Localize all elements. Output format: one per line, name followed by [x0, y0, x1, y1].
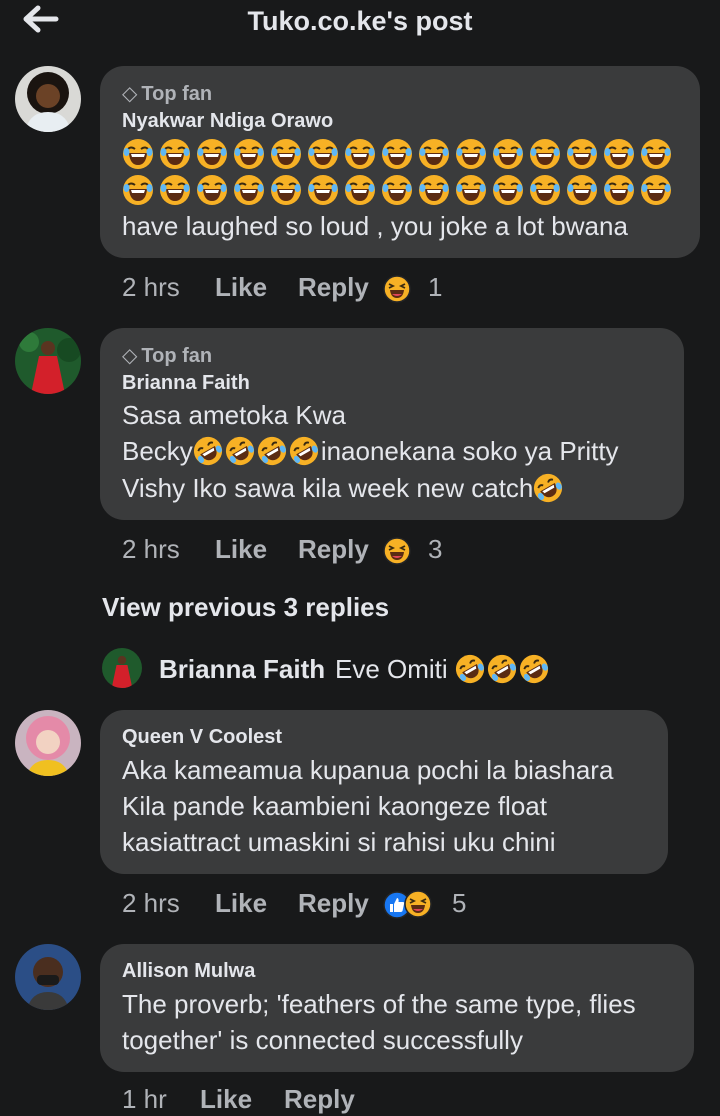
like-button[interactable]: Like — [215, 888, 267, 919]
reply-button[interactable]: Reply — [298, 534, 369, 565]
laughing-emoji — [196, 174, 228, 206]
comment-actions: 1 hr Like Reply — [122, 1084, 522, 1116]
laughing-emoji — [270, 174, 302, 206]
reaction-count[interactable]: 5 — [452, 888, 466, 919]
like-button[interactable]: Like — [215, 534, 267, 565]
emoji-row — [122, 138, 677, 172]
rofl-emoji — [487, 654, 517, 684]
laughing-emoji — [159, 138, 191, 170]
laughing-emoji — [381, 174, 413, 206]
rofl-emoji — [533, 473, 563, 503]
comment-actions: 2 hrs Like Reply 3 — [122, 534, 522, 566]
top-fan-badge: ◇ Top fan — [122, 83, 213, 105]
rofl-emoji — [225, 436, 255, 466]
comment-author[interactable]: Allison Mulwa — [122, 960, 255, 983]
laughing-emoji — [492, 138, 524, 170]
laughing-emoji — [159, 174, 191, 206]
comment-author[interactable]: Nyakwar Ndiga Orawo — [122, 110, 333, 133]
view-previous-replies-link[interactable]: View previous 3 replies — [102, 592, 389, 623]
comment-author[interactable]: Queen V Coolest — [122, 726, 282, 749]
laughing-emoji — [122, 138, 154, 170]
laughing-emoji — [270, 138, 302, 170]
laughing-emoji — [640, 138, 672, 170]
comment-text-line: kasiattract umaskini si rahisi uku chini — [122, 827, 556, 857]
rofl-emoji — [519, 654, 549, 684]
laughing-emoji — [418, 174, 450, 206]
laughing-emoji — [418, 138, 450, 170]
laughing-emoji — [307, 174, 339, 206]
comment-time: 1 hr — [122, 1084, 167, 1114]
laughing-emoji — [603, 174, 635, 206]
avatar[interactable] — [15, 710, 81, 776]
comment-text-line: together' is connected successfully — [122, 1025, 523, 1055]
rofl-emoji — [455, 654, 485, 684]
comment-text-line: Becky inaonekana soko ya Pritty — [122, 436, 619, 467]
avatar[interactable] — [102, 648, 142, 688]
comment-text: have laughed so loud , you joke a lot bw… — [122, 211, 628, 241]
comment-bubble[interactable]: ◇ Top fan Brianna Faith Sasa ametoka Kwa … — [100, 328, 684, 520]
haha-reaction-icon — [383, 275, 411, 303]
rofl-emoji — [257, 436, 287, 466]
comment-author[interactable]: Brianna Faith — [122, 372, 250, 395]
comment-text-line: Aka kameamua kupanua pochi la biashara — [122, 755, 614, 785]
laughing-emoji — [603, 138, 635, 170]
comment-actions: 2 hrs Like Reply 1 — [122, 272, 522, 304]
like-button[interactable]: Like — [215, 272, 267, 303]
emoji-row — [122, 174, 677, 208]
reply-button[interactable]: Reply — [298, 888, 369, 919]
comment-text-line: Kila pande kaambieni kaongeze float — [122, 791, 547, 821]
page-title: Tuko.co.ke's post — [247, 6, 473, 36]
comment-time: 2 hrs — [122, 888, 180, 918]
comment-bubble[interactable]: Allison Mulwa The proverb; 'feathers of … — [100, 944, 694, 1072]
comment-text-line: Vishy Iko sawa kila week new catch — [122, 473, 565, 504]
haha-reaction-icon — [404, 890, 432, 918]
comment-actions: 2 hrs Like Reply 5 — [122, 888, 522, 920]
rofl-emoji — [289, 436, 319, 466]
comment-text-line: The proverb; 'feathers of the same type,… — [122, 989, 636, 1019]
like-button[interactable]: Like — [200, 1084, 252, 1115]
comment-time: 2 hrs — [122, 534, 180, 564]
laughing-emoji — [529, 138, 561, 170]
laughing-emoji — [344, 138, 376, 170]
laughing-emoji — [196, 138, 228, 170]
haha-reaction-icon — [383, 537, 411, 565]
comment-time: 2 hrs — [122, 272, 180, 302]
laughing-emoji — [492, 174, 524, 206]
laughing-emoji — [529, 174, 561, 206]
laughing-emoji — [344, 174, 376, 206]
avatar[interactable] — [15, 328, 81, 394]
laughing-emoji — [566, 174, 598, 206]
reaction-count[interactable]: 3 — [428, 534, 442, 565]
comment-bubble[interactable]: ◇ Top fan Nyakwar Ndiga Orawo have laughe… — [100, 66, 700, 258]
top-fan-badge: ◇ Top fan — [122, 345, 213, 367]
laughing-emoji — [566, 138, 598, 170]
rofl-emoji — [193, 436, 223, 466]
diamond-icon: ◇ — [122, 83, 138, 105]
reply-author[interactable]: Brianna Faith — [159, 654, 325, 685]
diamond-icon: ◇ — [122, 345, 138, 367]
laughing-emoji — [122, 174, 154, 206]
avatar[interactable] — [15, 944, 81, 1010]
top-bar: Tuko.co.ke's post — [0, 0, 720, 46]
laughing-emoji — [455, 174, 487, 206]
reply-button[interactable]: Reply — [284, 1084, 355, 1115]
laughing-emoji — [233, 174, 265, 206]
laughing-emoji — [455, 138, 487, 170]
laughing-emoji — [307, 138, 339, 170]
reply-text: Eve Omiti — [335, 654, 551, 685]
reaction-count[interactable]: 1 — [428, 272, 442, 303]
laughing-emoji — [381, 138, 413, 170]
avatar[interactable] — [15, 66, 81, 132]
reply-button[interactable]: Reply — [298, 272, 369, 303]
comment-text-line: Sasa ametoka Kwa — [122, 400, 347, 430]
laughing-emoji — [640, 174, 672, 206]
comment-bubble[interactable]: Queen V Coolest Aka kameamua kupanua poc… — [100, 710, 668, 874]
laughing-emoji — [233, 138, 265, 170]
